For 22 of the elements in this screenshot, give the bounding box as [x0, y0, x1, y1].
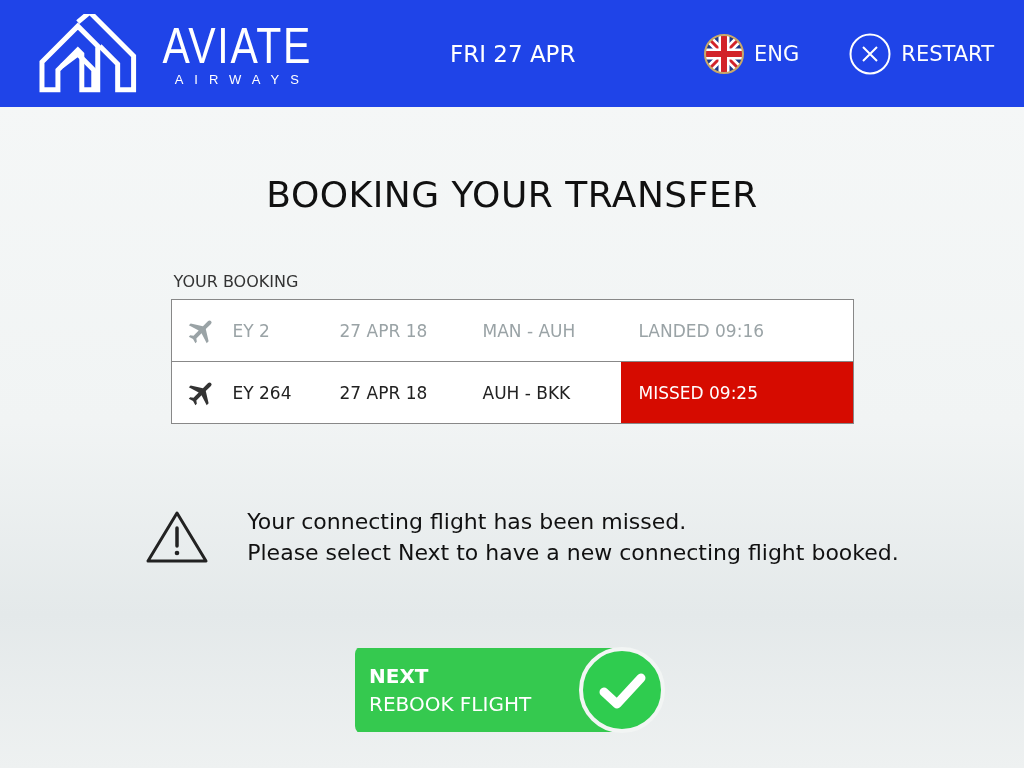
- check-icon: [579, 647, 665, 733]
- restart-button[interactable]: RESTART: [849, 32, 994, 75]
- warning-text: Please select Next to have a new connecting flight booked.: [247, 539, 899, 567]
- flight-status: LANDED 09:16: [637, 319, 766, 343]
- logo-icon: [38, 13, 138, 94]
- language-button[interactable]: ENG: [704, 32, 800, 75]
- flight-date: 27 APR 18: [339, 319, 429, 343]
- close-icon: [849, 32, 892, 75]
- flight-date: 27 APR 18: [339, 381, 429, 405]
- flight-route: MAN - AUH: [482, 319, 577, 343]
- logo-tagline: AIRWAYS: [174, 72, 310, 87]
- flight-route: AUH - BKK: [482, 381, 572, 405]
- warning-icon: [145, 510, 210, 564]
- flight-status: MISSED 09:25: [620, 362, 853, 423]
- flight-number: EY 2: [232, 319, 271, 343]
- logo-name: AVIATE: [162, 20, 312, 72]
- page-title: BOOKING YOUR TRANSFER: [266, 174, 758, 215]
- flight-number: EY 264: [232, 381, 293, 405]
- warning-text: Your connecting flight has been missed.: [247, 508, 688, 536]
- date-text: FRI 27 APR: [450, 40, 576, 67]
- section-label: YOUR BOOKING: [173, 272, 300, 291]
- flag-icon: [704, 33, 745, 74]
